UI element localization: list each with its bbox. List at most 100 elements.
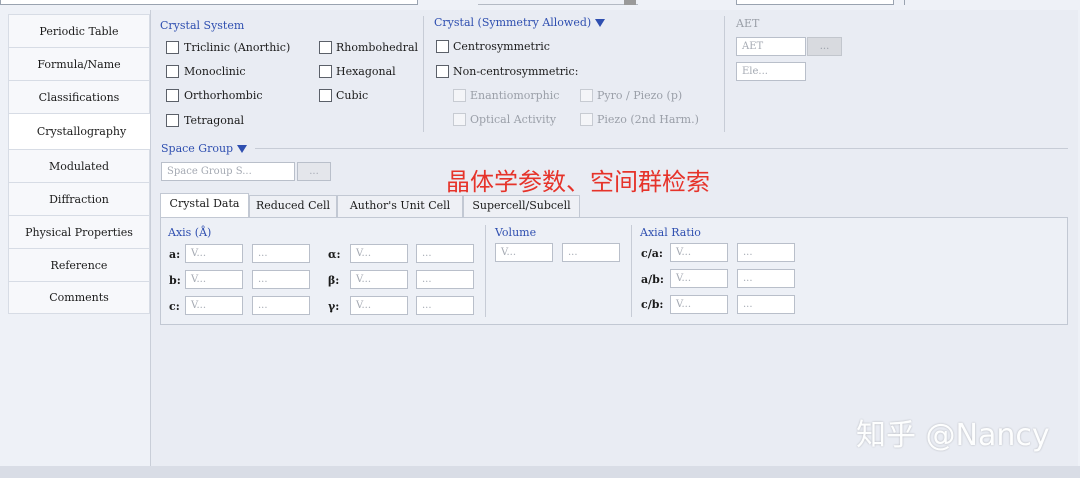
space-group-browse-button[interactable]: ...: [297, 162, 331, 181]
section-divider: [485, 225, 486, 317]
centrosymmetric-label: Centrosymmetric: [453, 40, 550, 53]
aet-input[interactable]: AET: [736, 37, 806, 56]
sidebar-item-comments[interactable]: Comments: [8, 281, 150, 314]
top-separator: [904, 0, 905, 5]
alpha-value-input[interactable]: V...: [350, 244, 408, 263]
sidebar-item-label: Diffraction: [49, 192, 109, 206]
monoclinic-checkbox[interactable]: [166, 65, 179, 78]
ratio-cb-label: c/b:: [641, 298, 664, 311]
top-field[interactable]: [0, 0, 418, 5]
annotation-text: 晶体学参数、空间群检索: [446, 168, 710, 196]
chevron-down-icon[interactable]: [237, 145, 248, 153]
axis-a-range-input[interactable]: ...: [252, 244, 310, 263]
ratio-ab-value-input[interactable]: V...: [670, 269, 728, 288]
tab-crystal-data[interactable]: Crystal Data: [160, 193, 249, 218]
sidebar: Periodic Table Formula/Name Classificati…: [8, 14, 154, 314]
hexagonal-checkbox[interactable]: [319, 65, 332, 78]
axis-b-value-input[interactable]: V...: [185, 270, 243, 289]
alpha-range-input[interactable]: ...: [416, 244, 474, 263]
alpha-label: α:: [328, 248, 341, 261]
sidebar-item-label: Reference: [50, 258, 108, 272]
cubic-label: Cubic: [336, 89, 369, 102]
sidebar-item-label: Periodic Table: [39, 24, 119, 38]
tab-reduced-cell[interactable]: Reduced Cell: [249, 195, 337, 217]
ratio-ca-value-input[interactable]: V...: [670, 243, 728, 262]
optical-activity-checkbox[interactable]: [453, 113, 466, 126]
rhombohedral-label: Rhombohedral: [336, 41, 419, 54]
top-strip: [0, 0, 1080, 8]
gamma-label: γ:: [328, 300, 340, 313]
beta-value-input[interactable]: V...: [350, 270, 408, 289]
orthorhombic-label: Orthorhombic: [184, 89, 263, 102]
triclinic-checkbox[interactable]: [166, 41, 179, 54]
ratio-ab-range-input[interactable]: ...: [737, 269, 795, 288]
axis-b-label: b:: [169, 274, 181, 287]
centrosymmetric-checkbox[interactable]: [436, 40, 449, 53]
beta-label: β:: [328, 274, 340, 287]
top-option-field[interactable]: [478, 0, 638, 5]
sidebar-item-crystallography[interactable]: Crystallography: [8, 113, 154, 149]
gamma-range-input[interactable]: ...: [416, 296, 474, 315]
axis-c-value-input[interactable]: V...: [185, 296, 243, 315]
chevron-down-icon[interactable]: [595, 19, 606, 27]
bottom-strip: [0, 466, 1080, 478]
axial-ratio-title: Axial Ratio: [640, 226, 701, 239]
space-group-input[interactable]: Space Group S...: [161, 162, 295, 181]
axis-c-range-input[interactable]: ...: [252, 296, 310, 315]
volume-range-input[interactable]: ...: [562, 243, 620, 262]
element-input[interactable]: Ele...: [736, 62, 806, 81]
piezo-2nd-harm-label: Piezo (2nd Harm.): [597, 113, 699, 126]
sidebar-item-formula-name[interactable]: Formula/Name: [8, 47, 150, 80]
tetragonal-label: Tetragonal: [184, 114, 245, 127]
optical-activity-label: Optical Activity: [470, 113, 557, 126]
triclinic-label: Triclinic (Anorthic): [184, 41, 291, 54]
tab-authors-unit-cell[interactable]: Author's Unit Cell: [337, 195, 463, 217]
cubic-checkbox[interactable]: [319, 89, 332, 102]
space-group-title: Space Group: [161, 142, 248, 155]
rhombohedral-checkbox[interactable]: [319, 41, 332, 54]
top-field-right[interactable]: [736, 0, 894, 5]
aet-browse-button[interactable]: ...: [807, 37, 842, 56]
section-divider: [724, 16, 725, 132]
volume-title: Volume: [495, 226, 537, 239]
pyro-piezo-checkbox[interactable]: [580, 89, 593, 102]
section-divider: [631, 225, 632, 317]
noncentrosymmetric-checkbox[interactable]: [436, 65, 449, 78]
axis-c-label: c:: [169, 300, 180, 313]
noncentrosymmetric-label: Non-centrosymmetric:: [453, 65, 579, 78]
axis-b-range-input[interactable]: ...: [252, 270, 310, 289]
volume-value-input[interactable]: V...: [495, 243, 553, 262]
sidebar-item-label: Crystallography: [36, 125, 127, 138]
ratio-cb-value-input[interactable]: V...: [670, 295, 728, 314]
ratio-ab-label: a/b:: [641, 273, 664, 286]
ratio-cb-range-input[interactable]: ...: [737, 295, 795, 314]
sidebar-item-label: Classifications: [38, 90, 120, 104]
ratio-ca-range-input[interactable]: ...: [737, 243, 795, 262]
space-group-title-text: Space Group: [161, 142, 234, 155]
sidebar-item-diffraction[interactable]: Diffraction: [8, 182, 150, 215]
sidebar-item-label: Modulated: [48, 159, 110, 173]
gamma-value-input[interactable]: V...: [350, 296, 408, 315]
symmetry-title: Crystal (Symmetry Allowed): [434, 16, 606, 29]
sidebar-item-classifications[interactable]: Classifications: [8, 80, 150, 113]
axis-title: Axis (Å): [168, 226, 212, 239]
sidebar-item-periodic-table[interactable]: Periodic Table: [8, 14, 150, 47]
symmetry-title-text: Crystal (Symmetry Allowed): [434, 16, 592, 29]
sidebar-item-modulated[interactable]: Modulated: [8, 149, 150, 182]
sidebar-item-physical-properties[interactable]: Physical Properties: [8, 215, 150, 248]
top-checkbox[interactable]: [624, 0, 636, 5]
enantiomorphic-checkbox[interactable]: [453, 89, 466, 102]
piezo-2nd-harm-checkbox[interactable]: [580, 113, 593, 126]
tab-supercell-subcell[interactable]: Supercell/Subcell: [463, 195, 580, 217]
axis-a-value-input[interactable]: V...: [185, 244, 243, 263]
tetragonal-checkbox[interactable]: [166, 114, 179, 127]
watermark: 知乎 @Nancy: [856, 418, 1050, 453]
aet-title: AET: [736, 17, 760, 30]
ratio-ca-label: c/a:: [641, 247, 663, 260]
hexagonal-label: Hexagonal: [336, 65, 396, 78]
beta-range-input[interactable]: ...: [416, 270, 474, 289]
orthorhombic-checkbox[interactable]: [166, 89, 179, 102]
space-group-divider: [255, 148, 1068, 149]
sidebar-item-reference[interactable]: Reference: [8, 248, 150, 281]
enantiomorphic-label: Enantiomorphic: [470, 89, 560, 102]
